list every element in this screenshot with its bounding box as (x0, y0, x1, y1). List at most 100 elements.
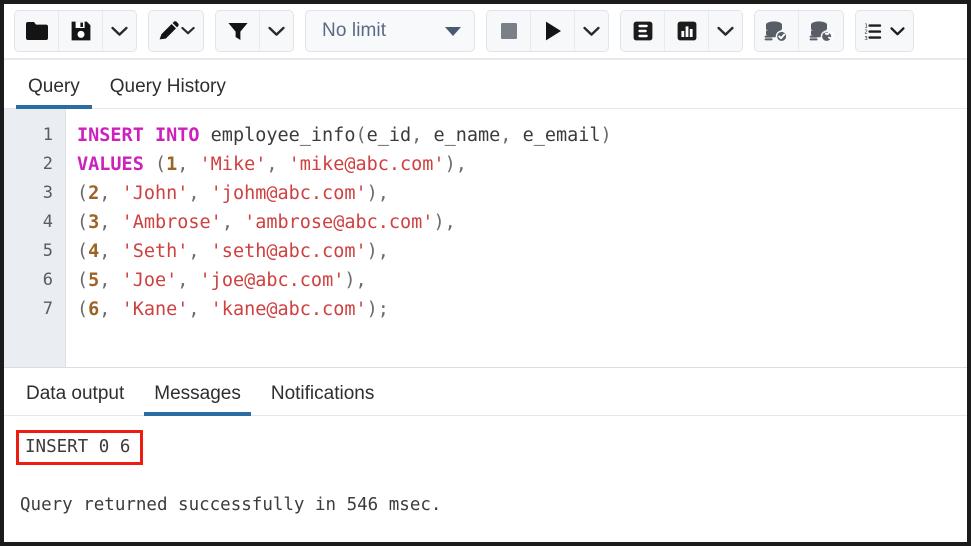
tab-query-history[interactable]: Query History (98, 68, 238, 108)
macros-group: 1 2 3 (855, 10, 914, 52)
editor-code-line: (3, 'Ambrose', 'ambrose@abc.com'), (77, 208, 967, 237)
editor-code-area[interactable]: INSERT INTO employee_info(e_id, e_name, … (66, 109, 967, 367)
code-token-pun: ), (367, 241, 389, 262)
tab-notifications[interactable]: Notifications (261, 375, 385, 415)
code-token-str: 'Kane' (122, 299, 189, 320)
code-token-str: 'John' (122, 183, 189, 204)
play-triangle-icon (543, 20, 563, 42)
rollback-button[interactable] (799, 11, 843, 51)
chevron-down-icon (583, 26, 600, 37)
code-token-pun: , (99, 212, 121, 233)
code-token-str: 'Ambrose' (122, 212, 222, 233)
file-group (14, 10, 137, 52)
tab-data-output[interactable]: Data output (16, 375, 134, 415)
code-token-pun: , (177, 270, 199, 291)
database-check-icon (764, 20, 789, 42)
code-token-kw: VALUES (77, 154, 144, 175)
stop-query-button[interactable] (487, 11, 531, 51)
code-token-pun: ( (77, 270, 88, 291)
chevron-down-icon (445, 27, 461, 36)
edit-button[interactable] (149, 11, 203, 51)
code-token-pun: , (99, 183, 121, 204)
code-token-str: 'Joe' (122, 270, 178, 291)
pgadmin-query-tool-window: No limit (0, 0, 971, 546)
code-token-pun: ( (77, 183, 88, 204)
row-limit-selector[interactable]: No limit (305, 10, 475, 52)
editor-line-number: 2 (4, 150, 53, 179)
tab-query[interactable]: Query (16, 68, 92, 108)
code-token-str: 'johm@abc.com' (211, 183, 367, 204)
code-token-num: 4 (88, 241, 99, 262)
chevron-down-icon (268, 26, 285, 37)
code-token-pun: , (188, 241, 210, 262)
code-token-pun: , (188, 183, 210, 204)
query-tool-tabs: Query Query History (4, 60, 967, 109)
filter-group (215, 10, 294, 52)
editor-line-number: 6 (4, 266, 53, 295)
chevron-down-icon (181, 26, 195, 36)
code-token-pun: ( (77, 241, 88, 262)
editor-code-line: INSERT INTO employee_info(e_id, e_name, … (77, 121, 967, 150)
save-file-button[interactable] (59, 11, 103, 51)
insert-result-text: INSERT 0 6 (25, 437, 130, 457)
execute-group (486, 10, 609, 52)
explain-dropdown-button[interactable] (709, 11, 742, 51)
svg-text:1: 1 (864, 23, 867, 29)
edit-group (148, 10, 204, 52)
code-token-num: 3 (88, 212, 99, 233)
code-token-kw: INSERT INTO (77, 125, 200, 146)
code-token-pun: , (500, 125, 522, 146)
chevron-down-icon (717, 26, 734, 37)
database-rollback-icon (809, 20, 834, 42)
editor-code-line: (6, 'Kane', 'kane@abc.com'); (77, 295, 967, 324)
code-token-pun: ), (445, 154, 467, 175)
code-token-str: 'mike@abc.com' (289, 154, 445, 175)
code-token-ident: employee_info (200, 125, 356, 146)
filter-dropdown-button[interactable] (260, 11, 293, 51)
funnel-icon (227, 21, 249, 42)
code-token-str: 'Mike' (200, 154, 267, 175)
folder-icon (25, 21, 49, 42)
code-token-pun: ( (144, 154, 166, 175)
code-token-pun: ( (355, 125, 366, 146)
code-token-num: 5 (88, 270, 99, 291)
sql-editor[interactable]: 1234567 INSERT INTO employee_info(e_id, … (4, 109, 967, 368)
macros-button[interactable]: 1 2 3 (856, 11, 913, 51)
editor-line-number: 7 (4, 295, 53, 324)
code-token-pun: ); (367, 299, 389, 320)
tab-messages[interactable]: Messages (144, 375, 251, 415)
commit-button[interactable] (755, 11, 799, 51)
code-token-ident: e_name (433, 125, 500, 146)
code-token-ident: e_email (523, 125, 601, 146)
code-token-pun: ), (367, 183, 389, 204)
editor-line-number: 1 (4, 121, 53, 150)
code-token-pun: , (411, 125, 433, 146)
transaction-group (754, 10, 844, 52)
code-token-num: 6 (88, 299, 99, 320)
code-token-pun: , (266, 154, 288, 175)
pencil-icon (157, 21, 179, 42)
svg-text:3: 3 (864, 35, 867, 41)
execute-dropdown-button[interactable] (575, 11, 608, 51)
insert-result-highlight: INSERT 0 6 (16, 430, 143, 465)
save-dropdown-button[interactable] (103, 11, 136, 51)
tab-messages-label: Messages (154, 383, 241, 404)
explain-button[interactable] (621, 11, 665, 51)
execute-query-button[interactable] (531, 11, 575, 51)
chevron-down-icon (890, 26, 905, 37)
editor-code-line: (4, 'Seth', 'seth@abc.com'), (77, 237, 967, 266)
stop-square-icon (499, 21, 519, 41)
output-panel-tabs: Data output Messages Notifications (4, 368, 967, 416)
query-status-text: Query returned successfully in 546 msec. (20, 495, 967, 515)
code-token-pun: ), (344, 270, 366, 291)
list-chevron-icon: 1 2 3 (864, 21, 888, 42)
chevron-down-icon (111, 26, 128, 37)
tab-data-output-label: Data output (26, 383, 124, 404)
code-token-str: 'seth@abc.com' (211, 241, 367, 262)
messages-output-panel: INSERT 0 6 Query returned successfully i… (4, 416, 967, 538)
code-token-pun: , (222, 212, 244, 233)
code-token-str: 'joe@abc.com' (200, 270, 345, 291)
filter-button[interactable] (216, 11, 260, 51)
open-file-button[interactable] (15, 11, 59, 51)
explain-analyze-button[interactable] (665, 11, 709, 51)
